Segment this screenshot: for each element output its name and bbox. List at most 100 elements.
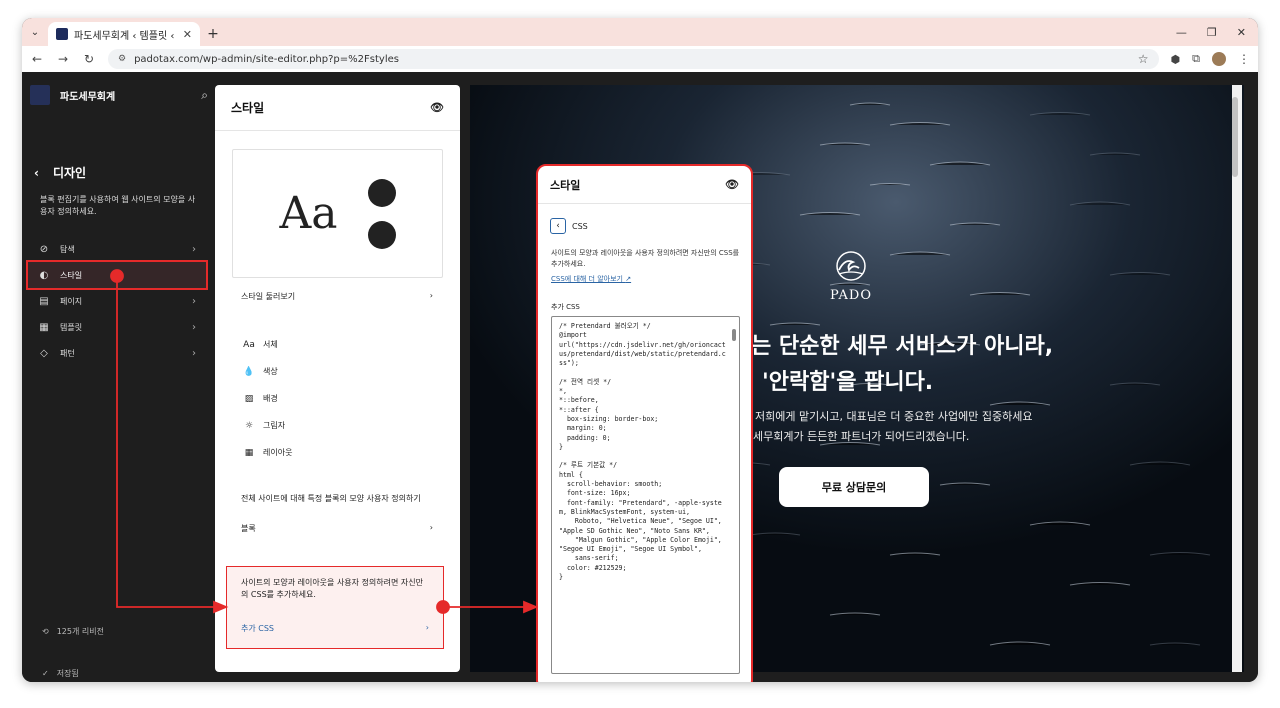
css-editor-callout: 스타일 👁 ‹ CSS 사이트의 모양과 레이아웃을 사용자 정의하려면 자신만… xyxy=(536,164,753,682)
bookmark-star-icon[interactable]: ☆ xyxy=(1138,52,1149,66)
chevron-right-icon: › xyxy=(429,523,433,532)
profile-avatar[interactable] xyxy=(1212,52,1226,66)
revisions-link[interactable]: ⟲ 125개 리비전 xyxy=(42,626,104,637)
additional-css-field-label: 추가 CSS xyxy=(551,303,580,311)
pado-logo: PADO xyxy=(826,250,876,303)
css-help-text: 사이트의 모양과 레이아웃을 사용자 정의하려면 자신만의 CSS를 추가하세요… xyxy=(551,249,740,268)
check-icon: ✓ xyxy=(42,669,49,678)
shadow-item[interactable]: ☼ 그림자 xyxy=(243,412,433,439)
learn-more-css-link[interactable]: CSS에 대해 더 알아보기 ↗ xyxy=(551,274,631,284)
code-scrollbar-thumb[interactable] xyxy=(732,329,736,341)
url-text: padotax.com/wp-admin/site-editor.php?p=%… xyxy=(134,53,399,65)
additional-css-item[interactable]: 추가 CSS › xyxy=(241,623,429,634)
hero-subtext-2: 세무회계가 든든한 파트너가 되어드리겠습니다. xyxy=(753,430,970,443)
preview-color-dots xyxy=(367,178,396,249)
sidebar-item-patterns[interactable]: ◇ 패턴 › xyxy=(28,340,206,366)
hero-subtext-1: 저희에게 맡기시고, 대표님은 더 중요한 사업에만 집중하세요 xyxy=(755,410,1033,423)
prop-label: 배경 xyxy=(263,394,278,403)
back-arrow-icon[interactable]: ← xyxy=(30,52,44,66)
sidebar-item-pages[interactable]: ▤ 페이지 › xyxy=(28,288,206,314)
layout-icon: ▦ xyxy=(244,447,254,458)
style-book-eye-icon[interactable]: 👁 xyxy=(430,101,444,114)
forward-arrow-icon[interactable]: → xyxy=(56,52,70,66)
revisions-label: 125개 리비전 xyxy=(56,627,104,636)
scrollbar-thumb[interactable] xyxy=(1232,97,1238,177)
diamond-icon: ◇ xyxy=(40,347,48,359)
browser-menu-icon[interactable]: ⋮ xyxy=(1238,52,1250,66)
css-panel-title: 스타일 xyxy=(550,178,581,192)
address-bar-row: ← → ↻ ⚙ padotax.com/wp-admin/site-editor… xyxy=(22,46,1258,72)
browser-tab[interactable]: 파도세무회계 ‹ 템플릿 ‹ 파도세 ✕ xyxy=(48,22,200,46)
minimize-icon[interactable]: — xyxy=(1176,26,1187,39)
chevron-right-icon: › xyxy=(429,291,433,300)
search-icon[interactable]: ⌕ xyxy=(201,88,208,103)
sidebar-item-label: 스타일 xyxy=(60,270,83,280)
browse-styles-item[interactable]: 스타일 둘러보기 › xyxy=(241,291,433,302)
typography-item[interactable]: Aa 서체 xyxy=(243,331,433,358)
typography-icon: Aa xyxy=(243,339,255,350)
color-dot xyxy=(367,220,396,249)
sidebar-item-navigation[interactable]: ⊘ 탐색 › xyxy=(28,236,206,262)
logo-text: PADO xyxy=(829,288,873,303)
back-chevron-icon[interactable]: ‹ xyxy=(34,166,39,180)
compass-icon: ⊘ xyxy=(39,243,49,255)
site-logo-icon[interactable] xyxy=(30,85,50,105)
sidebar-item-label: 페이지 xyxy=(60,296,83,306)
url-field[interactable]: ⚙ padotax.com/wp-admin/site-editor.php?p… xyxy=(108,49,1159,69)
hero-headline-1: 는 단순한 세무 서비스가 아니라, xyxy=(751,334,1054,359)
sidebar-item-label: 템플릿 xyxy=(60,322,83,332)
prop-label: 그림자 xyxy=(263,421,286,430)
extensions-puzzle-icon[interactable]: ⧉ xyxy=(1192,52,1200,66)
sidebar-item-templates[interactable]: ▦ 템플릿 › xyxy=(28,314,206,340)
close-window-icon[interactable]: ✕ xyxy=(1237,26,1246,39)
blocks-item[interactable]: 블록 › xyxy=(241,523,433,534)
layout-item[interactable]: ▦ 레이아웃 xyxy=(243,439,433,466)
sidebar-item-label: 패턴 xyxy=(60,348,75,358)
preview-typography: Aa xyxy=(279,188,338,239)
chevron-right-icon: › xyxy=(192,243,196,255)
close-tab-icon[interactable]: ✕ xyxy=(183,28,192,41)
tab-search-chevron-icon[interactable]: ⌄ xyxy=(22,18,48,46)
additional-css-section: 사이트의 모양과 레이아웃을 사용자 정의하려면 자신만의 CSS를 추가하세요… xyxy=(226,566,444,649)
restore-icon[interactable]: ❐ xyxy=(1207,26,1217,39)
additional-css-textarea[interactable]: /* Pretendard 불러오기 */ @import url("https… xyxy=(551,316,740,674)
style-properties-list: Aa 서체 💧 색상 ▨ 배경 ☼ 그림자 ▦ 레이아웃 xyxy=(243,331,433,466)
style-preview[interactable]: Aa xyxy=(232,149,443,278)
background-item[interactable]: ▨ 배경 xyxy=(243,385,433,412)
editor-sidebar: 파도세무회계 ⌕ ‹ 디자인 블록 편집기를 사용하여 웹 사이트의 모양을 사… xyxy=(22,72,214,682)
site-name: 파도세무회계 xyxy=(60,91,116,103)
css-code[interactable]: /* Pretendard 불러오기 */ @import url("https… xyxy=(552,317,739,582)
tab-bar: ⌄ 파도세무회계 ‹ 템플릿 ‹ 파도세 ✕ + — ❐ ✕ xyxy=(22,18,1258,46)
style-book-eye-icon[interactable]: 👁 xyxy=(725,178,739,191)
back-chevron-button[interactable]: ‹ xyxy=(550,218,566,234)
color-drop-icon: 💧 xyxy=(243,366,255,377)
blocks-label: 블록 xyxy=(241,524,256,533)
browser-window: ⌄ 파도세무회계 ‹ 템플릿 ‹ 파도세 ✕ + — ❐ ✕ ← → ↻ ⚙ p… xyxy=(22,18,1258,682)
new-tab-plus-icon[interactable]: + xyxy=(200,22,226,46)
chevron-right-icon: › xyxy=(192,295,196,307)
design-header: ‹ 디자인 xyxy=(34,164,86,181)
chevron-right-icon: › xyxy=(425,623,429,632)
colors-item[interactable]: 💧 색상 xyxy=(243,358,433,385)
css-panel-header: 스타일 👁 xyxy=(538,166,751,204)
prop-label: 서체 xyxy=(263,340,278,349)
free-consultation-button[interactable]: 무료 상담문의 xyxy=(779,467,929,507)
code-scrollbar[interactable] xyxy=(731,319,737,671)
site-info-icon[interactable]: ⚙ xyxy=(118,54,126,64)
color-dot xyxy=(367,178,396,207)
css-section-label: CSS xyxy=(572,221,588,231)
shadow-icon: ☼ xyxy=(244,420,254,431)
styles-panel-title: 스타일 xyxy=(231,101,265,115)
additional-css-label: 추가 CSS xyxy=(241,624,275,633)
chevron-right-icon: › xyxy=(192,321,196,333)
browse-styles-label: 스타일 둘러보기 xyxy=(241,292,296,301)
section-title: 디자인 xyxy=(52,166,87,180)
site-favicon-icon xyxy=(56,28,68,40)
window-controls: — ❐ ✕ xyxy=(1176,18,1258,46)
extension-icon[interactable]: ⬢ xyxy=(1171,53,1181,66)
wp-site-editor: 파도세무회계 ⌕ ‹ 디자인 블록 편집기를 사용하여 웹 사이트의 모양을 사… xyxy=(22,72,1258,682)
preview-scrollbar[interactable] xyxy=(1232,85,1242,672)
reload-icon[interactable]: ↻ xyxy=(82,52,96,66)
sidebar-item-styles[interactable]: ◐ 스타일 xyxy=(26,260,208,290)
design-menu: ⊘ 탐색 › ◐ 스타일 ▤ 페이지 › ▦ 템플릿 › ◇ 패턴 › xyxy=(26,236,208,366)
